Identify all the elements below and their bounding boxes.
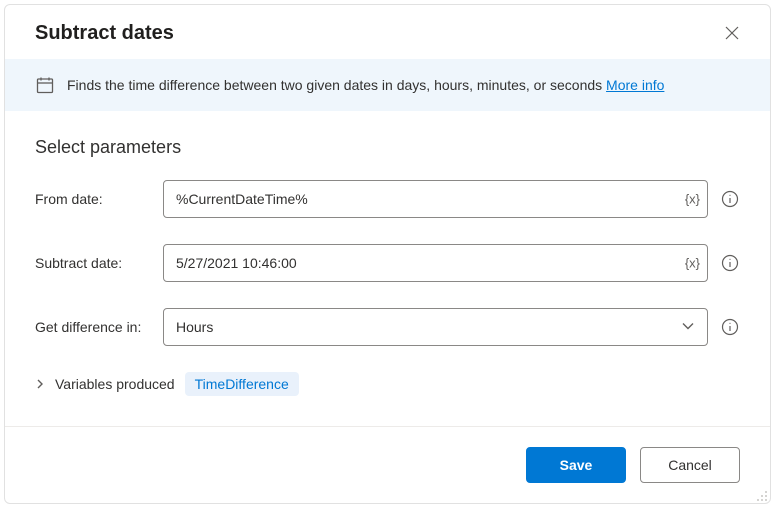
section-title: Select parameters — [35, 137, 740, 158]
dialog-title: Subtract dates — [35, 22, 174, 45]
cancel-button[interactable]: Cancel — [640, 447, 740, 483]
info-icon — [721, 318, 739, 336]
variable-token-icon[interactable]: {x} — [685, 256, 700, 271]
variables-produced-row: Variables produced TimeDifference — [35, 372, 740, 396]
get-difference-info-button[interactable] — [720, 317, 740, 337]
info-banner: Finds the time difference between two gi… — [5, 59, 770, 111]
info-icon — [721, 254, 739, 272]
from-date-row: From date: {x} — [35, 180, 740, 218]
subtract-dates-dialog: Subtract dates Finds the time difference… — [4, 4, 771, 504]
info-banner-text: Finds the time difference between two gi… — [67, 77, 664, 93]
subtract-date-input[interactable] — [163, 244, 708, 282]
subtract-date-input-wrap: {x} — [163, 244, 708, 282]
chevron-right-icon — [35, 379, 45, 389]
info-icon — [721, 190, 739, 208]
dialog-content: Select parameters From date: {x} Subtrac… — [5, 111, 770, 426]
save-button[interactable]: Save — [526, 447, 626, 483]
from-date-info-button[interactable] — [720, 189, 740, 209]
close-icon — [725, 26, 739, 40]
resize-grip-icon[interactable] — [756, 489, 768, 501]
variables-expand-toggle[interactable] — [35, 379, 45, 389]
subtract-date-info-button[interactable] — [720, 253, 740, 273]
close-button[interactable] — [718, 19, 746, 47]
from-date-label: From date: — [35, 191, 163, 207]
variables-produced-label: Variables produced — [55, 376, 175, 392]
get-difference-row: Get difference in: Hours — [35, 308, 740, 346]
banner-text: Finds the time difference between two gi… — [67, 77, 606, 93]
get-difference-select[interactable]: Hours — [163, 308, 708, 346]
chevron-down-icon — [681, 319, 695, 336]
variable-chip-timedifference[interactable]: TimeDifference — [185, 372, 299, 396]
get-difference-value: Hours — [176, 319, 213, 335]
from-date-input[interactable] — [163, 180, 708, 218]
more-info-link[interactable]: More info — [606, 77, 664, 93]
variable-token-icon[interactable]: {x} — [685, 192, 700, 207]
subtract-date-row: Subtract date: {x} — [35, 244, 740, 282]
subtract-date-label: Subtract date: — [35, 255, 163, 271]
get-difference-input-wrap: Hours — [163, 308, 708, 346]
calendar-icon — [35, 75, 55, 95]
dialog-header: Subtract dates — [5, 5, 770, 59]
from-date-input-wrap: {x} — [163, 180, 708, 218]
dialog-footer: Save Cancel — [5, 426, 770, 503]
get-difference-label: Get difference in: — [35, 319, 163, 335]
